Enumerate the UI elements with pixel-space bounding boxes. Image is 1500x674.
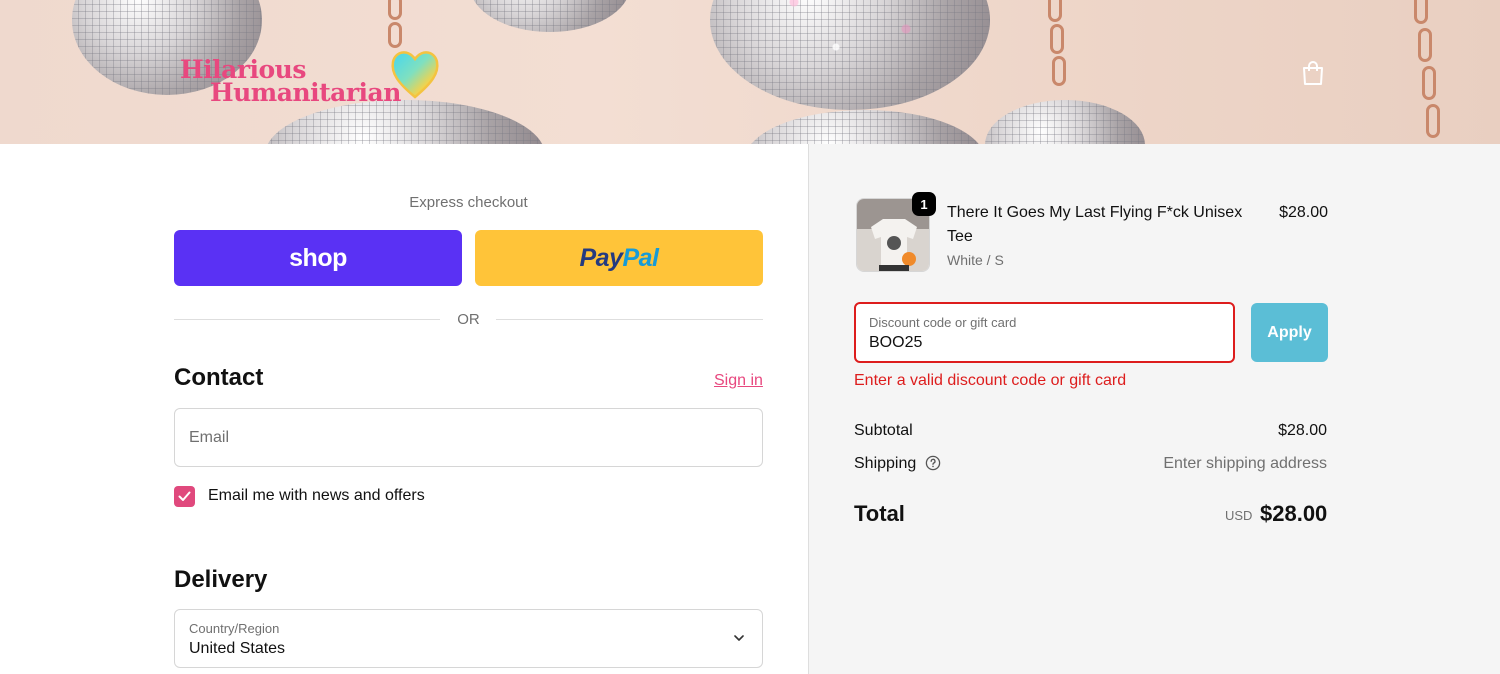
chain-decoration [1052,56,1066,86]
product-price: $28.00 [1279,204,1328,221]
newsletter-checkbox-row[interactable]: Email me with news and offers [174,485,425,507]
shop-pay-button[interactable]: shop [174,230,462,286]
total-amount: $28.00 [1260,501,1328,526]
discount-code-input[interactable]: Discount code or gift card BOO25 [854,302,1235,363]
chain-decoration [1414,0,1428,24]
country-region-value: United States [189,640,286,657]
paypal-label-part1: Pay [579,243,623,272]
shipping-value: Enter shipping address [1163,455,1327,472]
newsletter-label: Email me with news and offers [208,487,425,504]
sign-in-link[interactable]: Sign in [714,372,763,390]
disco-ball-decoration [745,110,985,144]
chain-decoration [1050,24,1064,54]
or-text: OR [457,311,480,328]
discount-code-label: Discount code or gift card [869,315,1017,330]
shopping-bag-icon [1303,61,1323,85]
header-banner: Hilarious Humanitarian [0,0,1500,144]
email-field[interactable]: Email [174,408,763,467]
store-logo[interactable]: Hilarious Humanitarian [180,45,450,115]
paypal-button[interactable]: Pay Pal [475,230,763,286]
heart-logo-icon [391,51,439,99]
disco-ball-decoration [985,100,1145,144]
chain-decoration [1418,28,1432,62]
country-region-select[interactable]: Country/Region United States [174,609,763,668]
apply-discount-button[interactable]: Apply [1251,303,1328,362]
country-region-label: Country/Region [189,621,280,636]
delivery-heading: Delivery [174,566,268,593]
help-circle-icon[interactable] [925,455,941,471]
order-summary: 1 There It Goes My Last Flying F*ck Unis… [808,144,1500,674]
disco-ball-decoration [710,0,990,110]
total-label: Total [854,501,905,526]
shipping-label: Shipping [854,455,917,472]
disco-ball-decoration [470,0,630,32]
chain-decoration [1048,0,1062,22]
checkout-form: Express checkout shop Pay Pal OR Contact … [0,144,808,674]
or-divider: OR [174,310,763,330]
quantity-badge: 1 [912,192,936,216]
paypal-label-part2: Pal [622,243,659,272]
logo-text-line2: Humanitarian [210,78,401,107]
discount-code-value: BOO25 [869,334,923,351]
discount-error-message: Enter a valid discount code or gift card [854,372,1127,389]
contact-heading: Contact [174,364,264,391]
shop-pay-label: shop [289,243,347,272]
product-variant: White / S [947,252,1004,268]
currency-code: USD [1225,508,1253,523]
email-placeholder: Email [189,429,230,446]
subtotal-value: $28.00 [1278,422,1327,439]
subtotal-label: Subtotal [854,422,913,439]
chain-decoration [1426,104,1440,138]
newsletter-checkbox[interactable] [174,485,195,507]
express-checkout-label: Express checkout [409,194,528,211]
chain-decoration [1422,66,1436,100]
shopping-bag-button[interactable] [1300,59,1326,87]
product-title: There It Goes My Last Flying F*ck Unisex… [947,204,1243,245]
chevron-down-icon [734,635,744,641]
checkmark-icon [178,491,191,501]
chain-decoration [388,0,402,20]
